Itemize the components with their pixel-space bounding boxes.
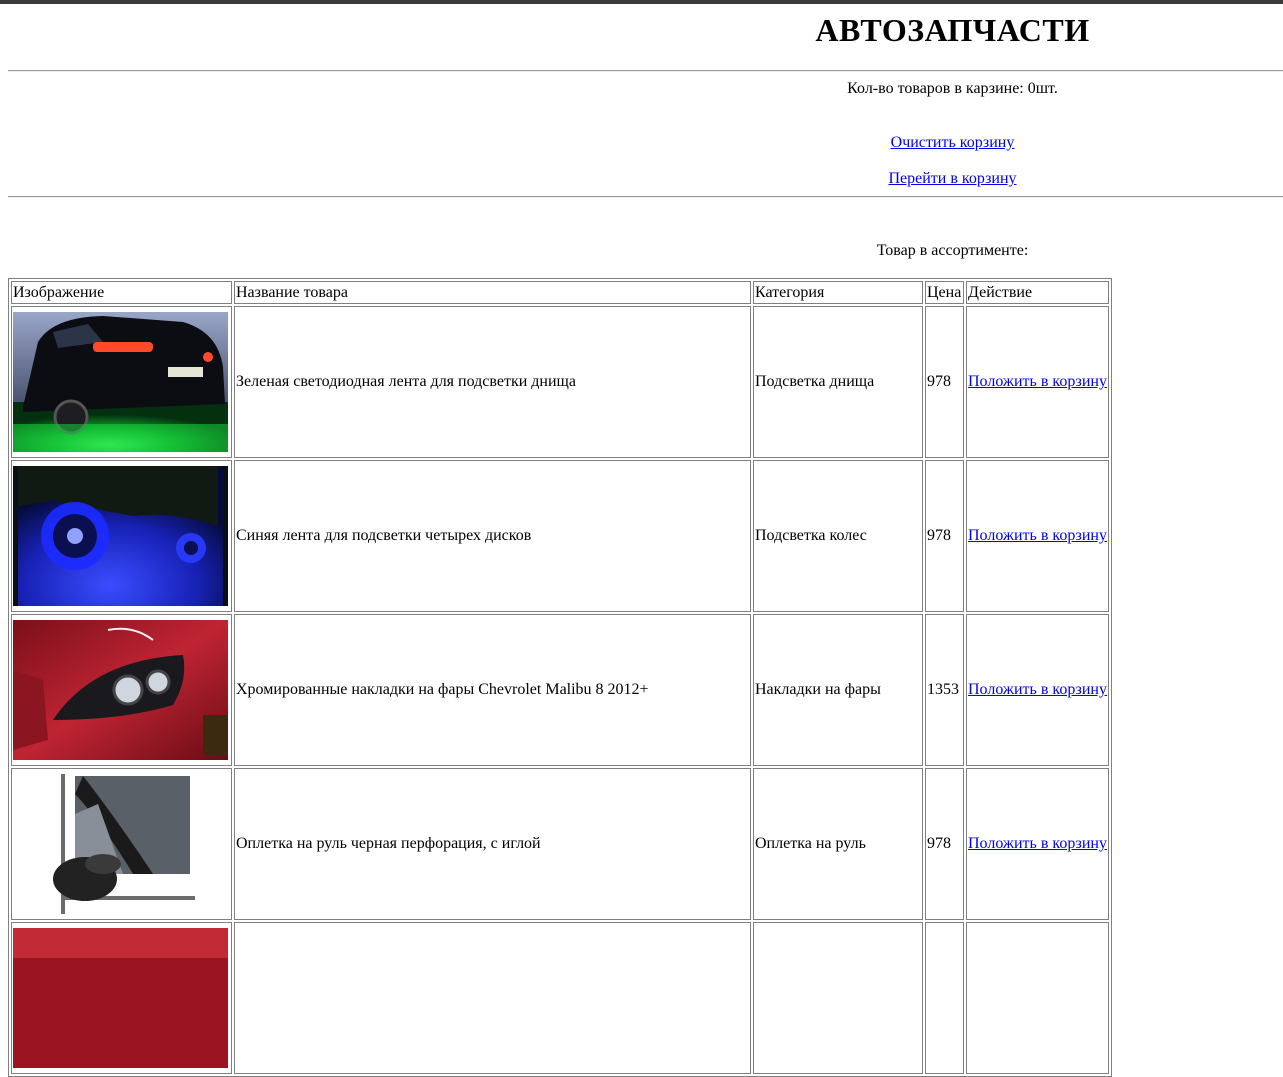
divider-top bbox=[8, 70, 1283, 72]
product-name: Синяя лента для подсветки четырех дисков bbox=[234, 460, 751, 612]
add-to-cart-link[interactable]: Положить в корзину bbox=[968, 373, 1107, 390]
car-wheel-blue-light-photo bbox=[13, 466, 228, 606]
product-price: 978 bbox=[925, 768, 964, 920]
clear-cart-link[interactable]: Очистить корзину bbox=[891, 134, 1015, 151]
column-header-category: Категория bbox=[753, 281, 923, 304]
column-header-name: Название товара bbox=[234, 281, 751, 304]
table-row bbox=[11, 922, 1109, 1074]
product-price bbox=[925, 922, 964, 1074]
product-category bbox=[753, 922, 923, 1074]
red-car-headlight-photo bbox=[13, 620, 228, 760]
steering-wheel-cover-photo bbox=[13, 774, 228, 914]
product-name: Оплетка на руль черная перфорация, с игл… bbox=[234, 768, 751, 920]
column-header-image: Изображение bbox=[11, 281, 232, 304]
product-category: Подсветка колес bbox=[753, 460, 923, 612]
product-category: Оплетка на руль bbox=[753, 768, 923, 920]
column-header-price: Цена bbox=[925, 281, 964, 304]
car-underglow-green-photo bbox=[13, 312, 228, 452]
column-header-action: Действие bbox=[966, 281, 1109, 304]
table-row: Хромированные накладки на фары Chevrolet… bbox=[11, 614, 1109, 766]
product-name: Зеленая светодиодная лента для подсветки… bbox=[234, 306, 751, 458]
table-row: Синяя лента для подсветки четырех дисков… bbox=[11, 460, 1109, 612]
red-car-photo bbox=[13, 928, 228, 1068]
add-to-cart-link[interactable]: Положить в корзину bbox=[968, 527, 1107, 544]
product-price: 1353 bbox=[925, 614, 964, 766]
table-row: Оплетка на руль черная перфорация, с игл… bbox=[11, 768, 1109, 920]
catalog-heading: Товар в ассортименте: bbox=[876, 242, 1029, 259]
product-price: 978 bbox=[925, 460, 964, 612]
page: АВТОЗАПЧАСТИ Кол-во товаров в карзине: 0… bbox=[0, 0, 1283, 1077]
table-row: Зеленая светодиодная лента для подсветки… bbox=[11, 306, 1109, 458]
divider-bottom bbox=[8, 196, 1283, 198]
go-to-cart-link[interactable]: Перейти в корзину bbox=[888, 170, 1016, 187]
products-table: Изображение Название товара Категория Це… bbox=[8, 278, 1112, 1077]
product-name: Хромированные накладки на фары Chevrolet… bbox=[234, 614, 751, 766]
product-category: Подсветка днища bbox=[753, 306, 923, 458]
product-price: 978 bbox=[925, 306, 964, 458]
product-category: Накладки на фары bbox=[753, 614, 923, 766]
product-name bbox=[234, 922, 751, 1074]
table-header-row: Изображение Название товара Категория Це… bbox=[11, 281, 1109, 304]
add-to-cart-link[interactable]: Положить в корзину bbox=[968, 835, 1107, 852]
add-to-cart-link[interactable]: Положить в корзину bbox=[968, 681, 1107, 698]
cart-count: Кол-во товаров в карзине: 0шт. bbox=[847, 80, 1058, 97]
site-title: АВТОЗАПЧАСТИ bbox=[815, 12, 1090, 48]
